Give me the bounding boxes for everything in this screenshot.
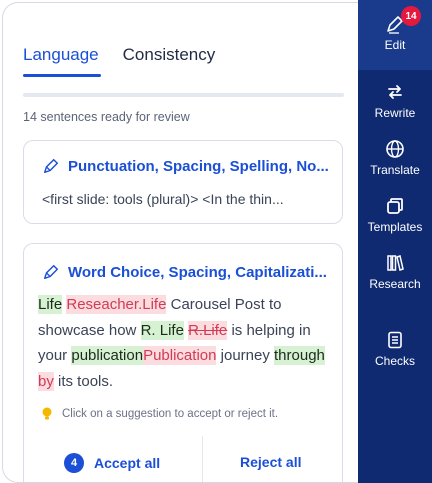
card-title: Punctuation, Spacing, Spelling, No... <box>42 157 329 175</box>
templates-icon <box>387 198 403 214</box>
sidebar-item-rewrite[interactable]: Rewrite <box>358 82 432 120</box>
sidebar-item-translate[interactable]: Translate <box>358 139 432 177</box>
sidebar-item-edit[interactable]: Edit 14 <box>358 0 432 70</box>
sidebar-item-label: Rewrite <box>374 106 416 120</box>
card-title-text: Punctuation, Spacing, Spelling, No... <box>68 157 329 175</box>
tab-bar: Language Consistency <box>23 45 216 77</box>
sidebar-item-label: Checks <box>374 354 415 368</box>
sidebar-item-label: Templates <box>367 220 423 234</box>
suggestion-card-word-choice: Word Choice, Spacing, Capitalizati... Li… <box>23 243 343 482</box>
pen-icon <box>43 264 59 280</box>
card-preview-text: <first slide: tools (plural)> <In the th… <box>42 191 284 207</box>
hint-row: Click on a suggestion to accept or rejec… <box>42 407 278 421</box>
sidebar-item-templates[interactable]: Templates <box>358 196 432 234</box>
books-icon <box>387 255 404 271</box>
accept-all-button[interactable]: 4 Accept all <box>64 453 160 473</box>
deletion-suggestion[interactable]: by <box>38 371 54 391</box>
tabs-divider <box>23 93 344 97</box>
sidebar-item-research[interactable]: Research <box>358 253 432 291</box>
suggestion-card-punctuation[interactable]: Punctuation, Spacing, Spelling, No... <f… <box>23 140 343 224</box>
insertion-suggestion[interactable]: through <box>274 346 325 365</box>
sidebar-item-checks[interactable]: Checks <box>358 330 432 368</box>
insertion-suggestion[interactable]: Life <box>38 295 63 314</box>
accept-count-badge: 4 <box>64 453 84 473</box>
card-title: Word Choice, Spacing, Capitalizati... <box>42 263 327 281</box>
tab-consistency[interactable]: Consistency <box>123 45 216 75</box>
tab-language[interactable]: Language <box>23 45 101 77</box>
insertion-suggestion[interactable]: publication <box>71 346 144 365</box>
deletion-suggestion[interactable]: R.Life <box>188 320 228 340</box>
suggestion-body: Life Reseacher.Life Carousel Post to sho… <box>38 292 343 394</box>
reject-all-button[interactable]: Reject all <box>240 454 301 470</box>
notification-badge: 14 <box>401 6 421 26</box>
button-divider <box>202 436 203 482</box>
lightbulb-icon <box>42 407 52 420</box>
review-panel: Language Consistency 14 sentences ready … <box>2 2 358 483</box>
deletion-suggestion[interactable]: Publication <box>143 346 217 365</box>
checklist-icon <box>388 331 402 349</box>
sidebar-item-label: Translate <box>370 163 420 177</box>
sidebar-item-label: Research <box>369 277 421 291</box>
swap-arrows-icon <box>388 85 402 99</box>
insertion-suggestion[interactable]: R. Life <box>140 320 184 340</box>
body-text: its tools. <box>58 372 114 390</box>
tool-sidebar: Edit 14 Rewrite Translate Templates Rese… <box>358 0 432 483</box>
hint-text: Click on a suggestion to accept or rejec… <box>62 408 279 420</box>
card-title-text: Word Choice, Spacing, Capitalizati... <box>68 263 327 281</box>
globe-icon <box>386 140 404 158</box>
body-text: journey <box>220 347 270 364</box>
accept-all-label: Accept all <box>94 455 161 471</box>
sidebar-item-label: Edit <box>384 38 406 52</box>
review-count-label: 14 sentences ready for review <box>23 110 190 124</box>
deletion-suggestion[interactable]: Reseacher.Life <box>66 295 167 314</box>
pen-icon <box>43 158 59 174</box>
